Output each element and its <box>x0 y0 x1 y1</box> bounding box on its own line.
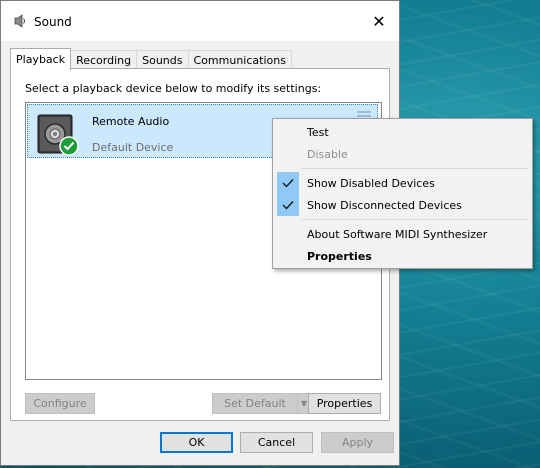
context-menu: Test Disable Show Disabled Devices Show … <box>272 118 533 269</box>
menu-item-show-disabled[interactable]: Show Disabled Devices <box>275 172 530 194</box>
ok-button[interactable]: OK <box>160 432 233 453</box>
menu-item-label: About Software MIDI Synthesizer <box>307 227 488 241</box>
speaker-device-icon <box>37 114 79 156</box>
menu-item-disable[interactable]: Disable <box>275 143 530 165</box>
set-default-button[interactable]: Set Default <box>212 393 298 414</box>
menu-separator <box>301 219 528 220</box>
configure-label: Configure <box>33 397 87 410</box>
configure-button[interactable]: Configure <box>25 393 95 414</box>
menu-item-label: Test <box>307 125 329 139</box>
menu-item-label: Properties <box>307 249 372 263</box>
menu-item-label: Show Disconnected Devices <box>307 198 462 212</box>
menu-item-test[interactable]: Test <box>275 121 530 143</box>
cancel-button[interactable]: Cancel <box>240 432 313 453</box>
tab-sounds[interactable]: Sounds <box>136 50 189 69</box>
menu-item-about-midi[interactable]: About Software MIDI Synthesizer <box>275 223 530 245</box>
chevron-down-icon: ▼ <box>300 399 308 408</box>
apply-button[interactable]: Apply <box>321 432 394 453</box>
menu-item-show-disconnected[interactable]: Show Disconnected Devices <box>275 194 530 216</box>
window-title: Sound <box>34 15 72 29</box>
device-status: Default Device <box>92 141 174 154</box>
properties-button[interactable]: Properties <box>308 393 381 414</box>
checkmark-icon <box>277 194 299 216</box>
speaker-app-icon <box>14 14 25 28</box>
properties-label: Properties <box>316 397 373 410</box>
close-icon: ✕ <box>372 11 386 31</box>
tab-recording[interactable]: Recording <box>70 50 138 69</box>
tab-strip: Playback Recording Sounds Communications <box>10 47 292 70</box>
close-button[interactable]: ✕ <box>359 1 399 41</box>
set-default-label: Set Default <box>224 397 286 410</box>
cancel-label: Cancel <box>257 436 296 449</box>
instruction-text: Select a playback device below to modify… <box>25 82 322 95</box>
apply-label: Apply <box>341 436 374 449</box>
ok-label: OK <box>188 436 205 449</box>
device-name: Remote Audio <box>92 115 170 128</box>
tab-communications[interactable]: Communications <box>187 50 292 69</box>
menu-separator <box>301 168 528 169</box>
title-bar[interactable]: Sound ✕ <box>1 1 399 41</box>
menu-item-properties[interactable]: Properties <box>275 245 530 267</box>
menu-item-label: Show Disabled Devices <box>307 176 435 190</box>
tab-playback[interactable]: Playback <box>10 48 72 70</box>
checkmark-icon <box>277 172 299 194</box>
menu-item-label: Disable <box>307 147 348 161</box>
